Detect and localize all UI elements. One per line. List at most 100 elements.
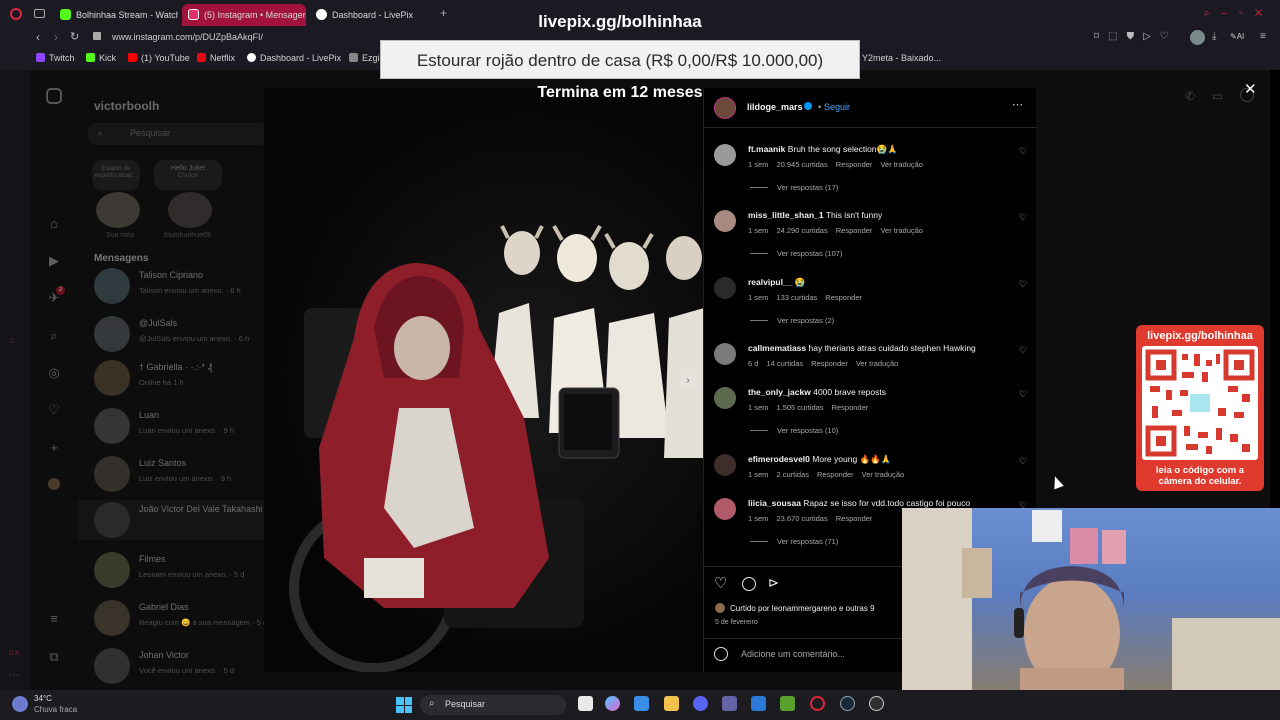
bookmark-y2meta[interactable]: Y2meta - Baixado... <box>862 53 941 63</box>
minecraft-icon[interactable] <box>780 696 795 711</box>
explore-icon[interactable]: ◎ <box>46 365 62 381</box>
avatar[interactable] <box>714 387 736 409</box>
like-post-icon[interactable]: ♡ <box>714 574 727 592</box>
liked-by-text[interactable]: Curtido por leonammergareno e outras 9 <box>730 604 875 613</box>
task-view-icon[interactable] <box>578 696 593 711</box>
comment-username[interactable]: realvipul__ <box>748 277 792 287</box>
search-icon[interactable]: ⌕ <box>46 328 62 344</box>
tab-instagram[interactable]: (5) Instagram • Mensagen <box>182 4 306 26</box>
pin-icon[interactable]: ⌑ <box>1094 31 1108 42</box>
comment-input[interactable]: Adicione um comentário... <box>741 649 845 659</box>
obs-icon[interactable] <box>869 696 884 711</box>
opera-logo-icon[interactable] <box>10 8 22 20</box>
create-icon[interactable]: + <box>46 440 62 456</box>
new-tab-button[interactable]: + <box>440 6 447 20</box>
author-username[interactable]: lildoge_mars <box>747 102 803 112</box>
snapshot-icon[interactable]: ⬚ <box>1108 31 1126 42</box>
bookmark-youtube[interactable]: (1) YouTube <box>128 53 190 63</box>
download-icon[interactable]: ⤓ <box>1212 31 1216 42</box>
tab-livepix[interactable]: Dashboard - LivePix <box>310 4 434 26</box>
share-icon[interactable]: ⊳ <box>768 575 779 591</box>
bookmark-netflix[interactable]: Netflix <box>197 53 235 63</box>
like-comment-icon[interactable]: ♡ <box>1019 345 1027 356</box>
dm-row[interactable]: Filmes Leonam enviou um anexo. · 5 d <box>94 550 264 590</box>
gx-icon[interactable]: GX <box>9 650 21 662</box>
comment-username[interactable]: the_only_jackw <box>748 387 811 397</box>
comment-likes[interactable]: 24.290 curtidas <box>776 226 827 235</box>
reply-button[interactable]: Responder <box>832 403 869 412</box>
dm-row[interactable]: Johan Victor Você enviou um anexo. · 5 d <box>94 646 264 686</box>
comment-icon[interactable] <box>742 577 756 591</box>
dm-row[interactable]: Luiz Santos Luiz enviou um anexo. · 9 h <box>94 454 264 494</box>
messages-icon[interactable]: ✈ 2 <box>46 286 65 306</box>
apps-icon[interactable]: ⧉ <box>46 649 62 665</box>
comment-username[interactable]: ft.maanik <box>748 144 785 154</box>
shield-icon[interactable]: ⛊ <box>1127 31 1144 42</box>
like-comment-icon[interactable]: ♡ <box>1019 212 1027 223</box>
url-field[interactable]: www.instagram.com/p/DUZpBaAkqFI/ <box>112 32 263 42</box>
more-menu-icon[interactable]: ≡ <box>46 611 62 627</box>
notifications-icon[interactable]: ♡ <box>46 402 62 418</box>
avatar[interactable] <box>714 454 736 476</box>
avatar[interactable] <box>714 210 736 232</box>
reload-icon[interactable]: ↻ <box>70 30 79 43</box>
heart-icon[interactable]: ♡ <box>1160 31 1178 42</box>
like-comment-icon[interactable]: ♡ <box>1019 456 1027 467</box>
reply-button[interactable]: Responder <box>836 160 873 169</box>
app-icon[interactable] <box>751 696 766 711</box>
post-image[interactable] <box>264 88 704 672</box>
play-icon[interactable]: ▷ <box>1143 31 1160 42</box>
opera-gx-icon[interactable] <box>810 696 825 711</box>
avatar[interactable] <box>714 277 736 299</box>
file-explorer-icon[interactable] <box>664 696 679 711</box>
taskbar-search[interactable]: ⌕ Pesquisar <box>420 695 566 715</box>
weather-icon[interactable] <box>12 696 28 712</box>
reply-button[interactable]: Responder <box>825 293 862 302</box>
dm-row[interactable]: Gabriel Dias Reagiu com 😄 à sua mensagem … <box>94 598 267 638</box>
search-input[interactable]: ⌕ Pesquisar <box>88 123 268 145</box>
avatar[interactable] <box>714 343 736 365</box>
instagram-logo-icon[interactable] <box>46 88 62 104</box>
avatar[interactable] <box>714 144 736 166</box>
emoji-icon[interactable] <box>714 647 728 661</box>
account-name[interactable]: victorboolh <box>94 99 159 113</box>
reply-button[interactable]: Responder <box>817 470 854 479</box>
dm-row[interactable]: † Gabriella · ·.:·* ₰ Online há 1 h <box>94 358 264 398</box>
note-bubble[interactable]: Hello Juliet Clarion <box>154 160 222 190</box>
note-avatar[interactable] <box>96 192 140 228</box>
close-icon[interactable]: ✕ <box>1255 8 1275 19</box>
more-options-icon[interactable]: ⋯ <box>1012 98 1023 111</box>
reply-button[interactable]: Responder <box>836 514 873 523</box>
dm-row[interactable]: Talison Cipriano Talison enviou um anexo.… <box>94 266 264 306</box>
menu-icon[interactable]: ≡ <box>1260 31 1266 42</box>
dm-row[interactable]: Luan Luan enviou um anexo. · 9 h <box>94 406 264 446</box>
comment-likes[interactable]: 23.670 curtidas <box>776 514 827 523</box>
note-bubble[interactable]: Estado de espírito atual... <box>92 160 140 190</box>
home-icon[interactable]: ⌂ <box>46 216 62 232</box>
comment-username[interactable]: miss_little_shan_1 <box>748 210 824 220</box>
comment-likes[interactable]: 14 curtidas <box>766 359 803 368</box>
comment-username[interactable]: liicia_sousaa <box>748 498 801 508</box>
follow-button[interactable]: Seguir <box>824 102 850 112</box>
view-replies-button[interactable]: Ver respostas (107) <box>750 249 842 258</box>
steam-icon[interactable] <box>840 696 855 711</box>
search-icon[interactable]: ⌕ <box>1204 8 1222 19</box>
translate-button[interactable]: Ver tradução <box>880 226 923 235</box>
comment-likes[interactable]: 1.505 curtidas <box>776 403 823 412</box>
note-avatar[interactable] <box>168 192 212 228</box>
comment-username[interactable]: callmematiass <box>748 343 806 353</box>
translate-button[interactable]: Ver tradução <box>856 359 899 368</box>
next-post-arrow[interactable]: › <box>680 373 696 389</box>
reply-button[interactable]: Responder <box>836 226 873 235</box>
view-replies-button[interactable]: Ver respostas (2) <box>750 316 834 325</box>
translate-button[interactable]: Ver tradução <box>862 470 905 479</box>
like-comment-icon[interactable]: ♡ <box>1019 146 1027 157</box>
maximize-icon[interactable]: ▫ <box>1239 8 1255 19</box>
profile-icon[interactable] <box>46 478 62 494</box>
comment-likes[interactable]: 133 curtidas <box>776 293 817 302</box>
minimize-icon[interactable]: – <box>1222 8 1240 19</box>
reels-icon[interactable]: ▶ <box>46 253 62 269</box>
forward-icon[interactable]: › <box>54 30 58 44</box>
ai-button[interactable]: ✎AI <box>1230 32 1244 41</box>
more-icon[interactable]: ⋯ <box>9 670 21 682</box>
